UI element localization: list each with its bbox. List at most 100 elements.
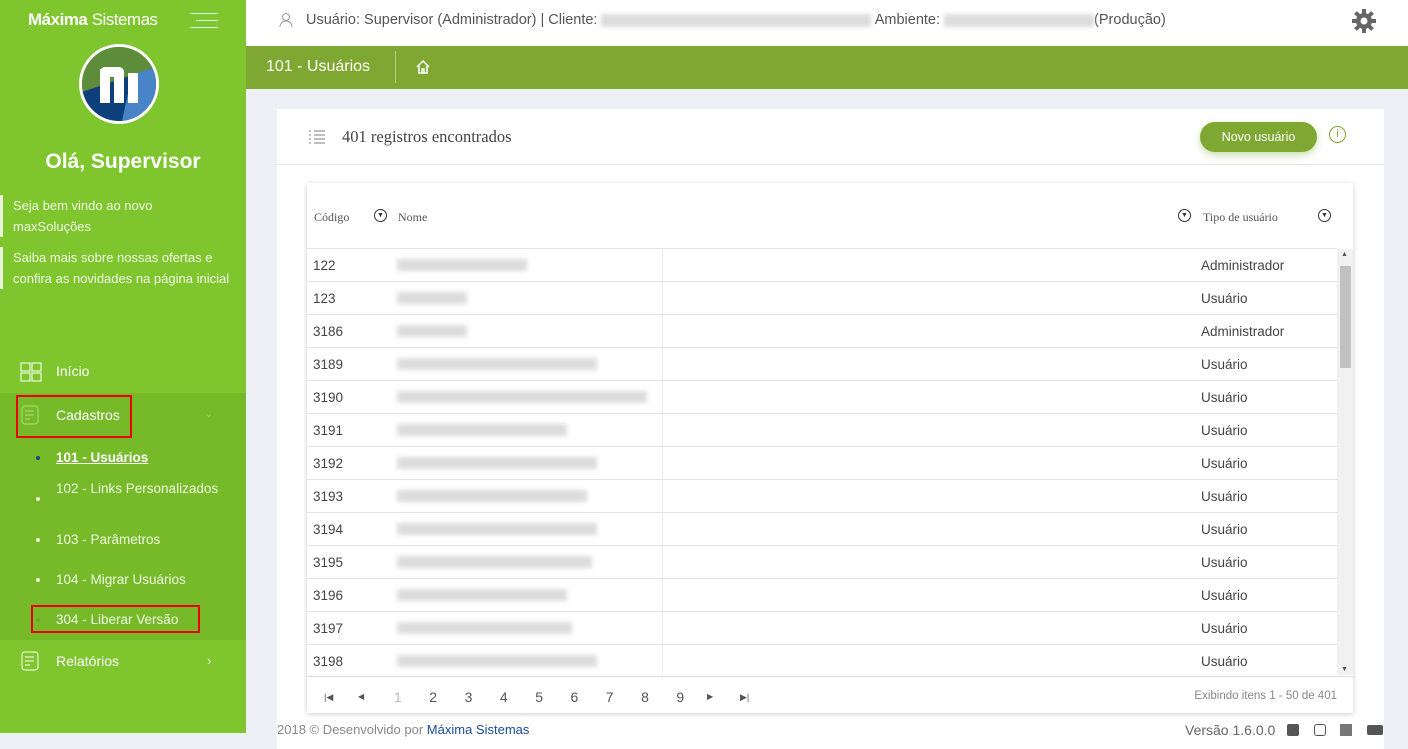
table-row[interactable]: 3186 Administrador [307, 314, 1337, 348]
nav-inicio[interactable]: Início [0, 362, 246, 382]
cell-name-redacted [397, 457, 597, 469]
gear-icon[interactable] [1351, 8, 1377, 34]
divider [662, 546, 663, 579]
table-row[interactable]: 3190 Usuário [307, 380, 1337, 414]
page-4[interactable]: 4 [500, 689, 508, 705]
divider [662, 249, 663, 282]
cell-name-redacted [397, 358, 597, 370]
table-row[interactable]: 3194 Usuário [307, 512, 1337, 546]
grid-icon [20, 362, 42, 382]
cell-name-redacted [397, 556, 592, 568]
table-row[interactable]: 3196 Usuário [307, 578, 1337, 612]
chevron-right-icon: › [207, 653, 212, 668]
page-5[interactable]: 5 [535, 689, 543, 705]
divider [662, 315, 663, 348]
cell-type: Usuário [1201, 390, 1248, 405]
items-info: Exibindo itens 1 - 50 de 401 [1194, 690, 1337, 702]
video-icon[interactable] [1367, 725, 1383, 735]
list-icon [309, 130, 325, 144]
cell-type: Usuário [1201, 555, 1248, 570]
facebook-icon[interactable] [1287, 724, 1299, 736]
cell-type: Usuário [1201, 489, 1248, 504]
new-user-button[interactable]: Novo usuário [1200, 122, 1317, 152]
table-row[interactable]: 3195 Usuário [307, 545, 1337, 579]
cell-type: Usuário [1201, 456, 1248, 471]
divider [662, 381, 663, 414]
scrollbar[interactable]: ▲ ▼ [1337, 249, 1353, 675]
nav-relatorios[interactable]: Relatórios › [0, 651, 246, 671]
page-8[interactable]: 8 [641, 689, 649, 705]
page-9[interactable]: 9 [676, 689, 684, 705]
menu-toggle-icon[interactable] [190, 12, 218, 28]
column-header-codigo[interactable]: Código [314, 210, 349, 225]
table-row[interactable]: 3197 Usuário [307, 611, 1337, 645]
page-6[interactable]: 6 [571, 689, 579, 705]
page-7[interactable]: 7 [606, 689, 614, 705]
prev-page-icon[interactable]: ◀ [358, 692, 364, 701]
greeting: Olá, Supervisor [45, 150, 201, 173]
cell-name-redacted [397, 424, 567, 436]
divider [662, 447, 663, 480]
next-page-icon[interactable]: ▶ [707, 692, 713, 701]
home-icon[interactable] [415, 59, 431, 75]
instagram-icon[interactable] [1314, 724, 1326, 736]
table-row[interactable]: 122 Administrador [307, 248, 1337, 282]
table-row[interactable]: 3189 Usuário [307, 347, 1337, 381]
cell-code: 123 [313, 291, 336, 306]
page-1[interactable]: 1 [394, 689, 402, 705]
table-row[interactable]: 3191 Usuário [307, 413, 1337, 447]
user-info: Usuário: Supervisor (Administrador) | Cl… [306, 12, 1166, 28]
company-link[interactable]: Máxima Sistemas [427, 722, 530, 737]
page-2[interactable]: 2 [429, 689, 437, 705]
divider [662, 645, 663, 678]
cell-name-redacted [397, 325, 467, 337]
table-row[interactable]: 3192 Usuário [307, 446, 1337, 480]
subitem-103-parametros[interactable]: 103 - Parâmetros [36, 529, 226, 550]
cell-code: 3198 [313, 654, 344, 669]
cell-type: Usuário [1201, 522, 1248, 537]
cell-code: 3189 [313, 357, 344, 372]
cell-name-redacted [397, 622, 572, 634]
info-icon[interactable]: i [1329, 126, 1346, 143]
divider [662, 612, 663, 645]
divider [662, 414, 663, 447]
last-page-icon[interactable]: ▶| [740, 692, 749, 703]
highlight-box [16, 395, 132, 438]
company-logo [79, 44, 159, 124]
sidebar: Máxima Sistemas Olá, Supervisor Seja bem… [0, 0, 246, 733]
cell-code: 3192 [313, 456, 344, 471]
cell-code: 3193 [313, 489, 344, 504]
filter-icon[interactable]: ▼ [1318, 209, 1331, 222]
highlight-box [31, 605, 200, 633]
column-header-tipo[interactable]: Tipo de usuário [1203, 210, 1278, 225]
subitem-101-usuarios[interactable]: 101 - Usuários [36, 447, 226, 468]
subitem-104-migrar[interactable]: 104 - Migrar Usuários [36, 569, 226, 590]
filter-icon[interactable]: ▼ [1178, 209, 1191, 222]
cell-type: Usuário [1201, 621, 1248, 636]
table-row[interactable]: 123 Usuário [307, 281, 1337, 315]
first-page-icon[interactable]: |◀ [324, 692, 333, 703]
divider [662, 579, 663, 612]
filter-icon[interactable]: ▼ [374, 209, 387, 222]
users-table: Código ▼ Nome ▼ Tipo de usuário ▼ 122 Adm… [307, 183, 1353, 713]
column-header-nome[interactable]: Nome [398, 210, 427, 225]
cell-name-redacted [397, 292, 467, 304]
divider [662, 513, 663, 546]
table-row[interactable]: 3198 Usuário [307, 644, 1337, 678]
divider [395, 51, 396, 83]
pagination: |◀ ◀ 1 2 3 4 5 6 7 8 9 ▶ ▶| Exibindo itens 1 - 5… [307, 676, 1353, 713]
divider [662, 282, 663, 315]
welcome-message: Seja bem vindo ao novo maxSoluções [0, 195, 240, 237]
scrollbar-thumb[interactable] [1340, 266, 1351, 368]
cell-name-redacted [397, 523, 597, 535]
youtube-icon[interactable] [1340, 724, 1352, 736]
cell-type: Usuário [1201, 654, 1248, 669]
page-3[interactable]: 3 [465, 689, 473, 705]
cell-code: 3196 [313, 588, 344, 603]
table-row[interactable]: 3193 Usuário [307, 479, 1337, 513]
cell-type: Usuário [1201, 291, 1248, 306]
cell-name-redacted [397, 655, 597, 667]
subitem-102-links[interactable]: 102 - Links Personalizados [36, 478, 226, 501]
cell-code: 3190 [313, 390, 344, 405]
brand-logo: Máxima Sistemas [28, 10, 158, 29]
